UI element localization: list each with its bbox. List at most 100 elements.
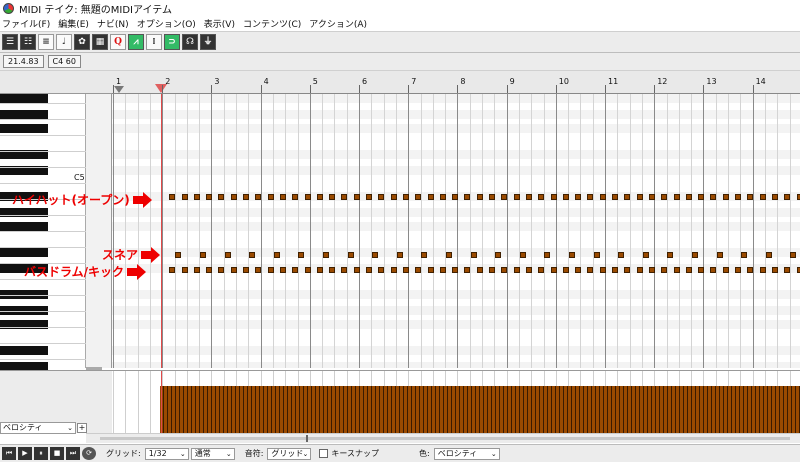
- midi-note-snare[interactable]: [322, 252, 329, 258]
- midi-note-snare[interactable]: [593, 252, 600, 258]
- grid-mode-select[interactable]: 通常 ⌄: [190, 447, 235, 460]
- midi-note-kick[interactable]: [698, 267, 705, 273]
- midi-note-kick[interactable]: [636, 267, 643, 273]
- midi-note-kick[interactable]: [390, 267, 397, 273]
- midi-note-snare[interactable]: [495, 252, 502, 258]
- piano-black-key[interactable]: [0, 124, 48, 133]
- midi-note-kick[interactable]: [759, 267, 766, 273]
- time-position-display[interactable]: 21.4.83: [3, 55, 44, 68]
- menu-file[interactable]: ファイル(F): [0, 17, 56, 30]
- midi-note-kick[interactable]: [243, 267, 249, 273]
- midi-note-kick[interactable]: [587, 267, 594, 273]
- midi-note-snare[interactable]: [224, 252, 231, 258]
- midi-note-kick[interactable]: [525, 267, 532, 273]
- stop-icon[interactable]: ■: [50, 447, 64, 460]
- play-icon[interactable]: ▶: [18, 447, 32, 460]
- menu-navigate[interactable]: ナビ(N): [95, 17, 135, 30]
- midi-note-hihat[interactable]: [255, 194, 262, 200]
- velocity-lane[interactable]: [112, 370, 800, 433]
- midi-note-hihat[interactable]: [267, 194, 274, 200]
- horizontal-scrollbar[interactable]: [86, 433, 800, 443]
- timeline-ruler[interactable]: 1 2 3 4 5 6 7 8 9 10 11 12 13 14: [112, 71, 800, 94]
- midi-note-kick[interactable]: [292, 267, 299, 273]
- midi-note-snare[interactable]: [642, 252, 649, 258]
- envelope-icon[interactable]: ⩘: [128, 34, 144, 50]
- grid-toggle-icon[interactable]: ⁞: [146, 34, 162, 50]
- midi-note-kick[interactable]: [735, 267, 741, 273]
- midi-note-kick[interactable]: [648, 267, 655, 273]
- midi-note-kick[interactable]: [796, 267, 800, 273]
- midi-note-hihat[interactable]: [366, 194, 372, 200]
- midi-note-kick[interactable]: [501, 267, 508, 273]
- midi-note-snare[interactable]: [790, 252, 797, 258]
- named-notes-mode-icon[interactable]: ☷: [20, 34, 36, 50]
- midi-note-hihat[interactable]: [587, 194, 594, 200]
- go-to-start-icon[interactable]: ⏮: [2, 447, 16, 460]
- go-to-end-icon[interactable]: ⏭: [66, 447, 80, 460]
- midi-note-hihat[interactable]: [612, 194, 618, 200]
- midi-note-hihat[interactable]: [759, 194, 766, 200]
- midi-note-snare[interactable]: [249, 252, 256, 258]
- midi-note-kick[interactable]: [439, 267, 446, 273]
- note-length-select[interactable]: グリッド ⌄: [267, 447, 312, 460]
- midi-note-hihat[interactable]: [304, 194, 311, 200]
- midi-note-hihat[interactable]: [218, 194, 225, 200]
- midi-note-hihat[interactable]: [784, 194, 791, 200]
- midi-note-hihat[interactable]: [390, 194, 397, 200]
- midi-note-snare[interactable]: [691, 252, 698, 258]
- midi-note-hihat[interactable]: [415, 194, 422, 200]
- midi-note-snare[interactable]: [273, 252, 280, 258]
- midi-note-kick[interactable]: [378, 267, 385, 273]
- midi-note-hihat[interactable]: [181, 194, 188, 200]
- midi-note-snare[interactable]: [445, 252, 452, 258]
- midi-note-snare[interactable]: [199, 252, 206, 258]
- midi-note-kick[interactable]: [267, 267, 274, 273]
- menu-edit[interactable]: 編集(E): [56, 17, 95, 30]
- midi-note-kick[interactable]: [452, 267, 459, 273]
- piano-roll-mode-icon[interactable]: ☰: [2, 34, 18, 50]
- midi-note-hihat[interactable]: [673, 194, 680, 200]
- midi-note-hihat[interactable]: [624, 194, 631, 200]
- midi-note-hihat[interactable]: [513, 194, 520, 200]
- event-list-mode-icon[interactable]: ≡: [38, 34, 54, 50]
- midi-note-hihat[interactable]: [636, 194, 643, 200]
- midi-note-kick[interactable]: [366, 267, 372, 273]
- midi-note-kick[interactable]: [685, 267, 692, 273]
- menu-options[interactable]: オプション(O): [135, 17, 202, 30]
- midi-note-hihat[interactable]: [279, 194, 286, 200]
- midi-note-kick[interactable]: [550, 267, 557, 273]
- midi-note-kick[interactable]: [476, 267, 483, 273]
- midi-note-hihat[interactable]: [243, 194, 249, 200]
- piano-black-key[interactable]: [0, 346, 48, 355]
- midi-note-kick[interactable]: [279, 267, 286, 273]
- midi-note-kick[interactable]: [329, 267, 336, 273]
- midi-note-kick[interactable]: [575, 267, 582, 273]
- midi-note-kick[interactable]: [673, 267, 680, 273]
- midi-note-hihat[interactable]: [698, 194, 705, 200]
- scrollbar-track[interactable]: [100, 437, 790, 440]
- midi-note-kick[interactable]: [599, 267, 606, 273]
- midi-note-hihat[interactable]: [575, 194, 582, 200]
- midi-note-hihat[interactable]: [206, 194, 213, 200]
- quantize-icon[interactable]: Q: [110, 34, 126, 50]
- midi-note-kick[interactable]: [489, 267, 495, 273]
- midi-note-hihat[interactable]: [710, 194, 717, 200]
- midi-note-kick[interactable]: [415, 267, 422, 273]
- midi-note-hihat[interactable]: [427, 194, 434, 200]
- midi-note-kick[interactable]: [513, 267, 520, 273]
- midi-note-hihat[interactable]: [476, 194, 483, 200]
- midi-note-hihat[interactable]: [648, 194, 655, 200]
- piano-black-key[interactable]: [0, 94, 48, 103]
- midi-note-hihat[interactable]: [292, 194, 299, 200]
- midi-note-hihat[interactable]: [193, 194, 200, 200]
- midi-note-hihat[interactable]: [452, 194, 459, 200]
- menu-contents[interactable]: コンテンツ(C): [241, 17, 307, 30]
- grid-size-select[interactable]: 1/32 ⌄: [144, 447, 189, 460]
- midi-note-hihat[interactable]: [501, 194, 508, 200]
- scrollbar-thumb[interactable]: [306, 435, 308, 442]
- midi-note-hihat[interactable]: [747, 194, 754, 200]
- midi-note-kick[interactable]: [353, 267, 360, 273]
- midi-note-kick[interactable]: [661, 267, 668, 273]
- midi-note-snare[interactable]: [765, 252, 772, 258]
- piano-roll-grid[interactable]: [112, 94, 800, 368]
